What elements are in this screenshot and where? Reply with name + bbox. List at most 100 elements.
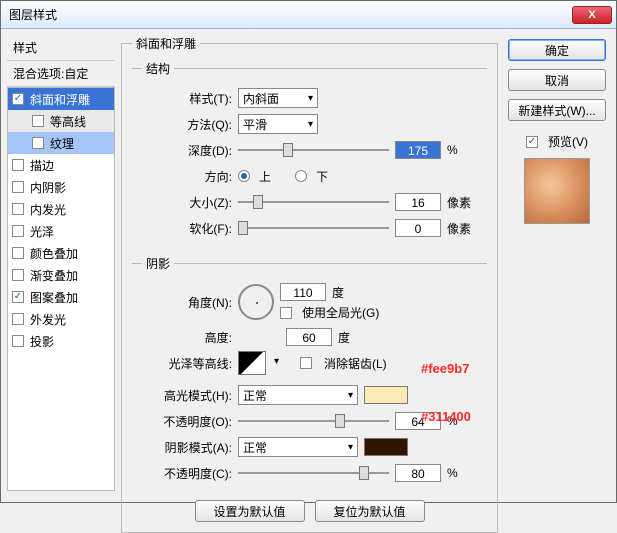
soften-unit: 像素 bbox=[447, 220, 477, 237]
direction-down-radio[interactable] bbox=[295, 170, 307, 182]
new-style-button[interactable]: 新建样式(W)... bbox=[508, 99, 606, 121]
antialias-checkbox[interactable] bbox=[300, 357, 312, 369]
style-label-dropShadow: 投影 bbox=[30, 333, 54, 350]
style-label-contour: 等高线 bbox=[50, 113, 86, 130]
style-list: 斜面和浮雕等高线纹理描边内阴影内发光光泽颜色叠加渐变叠加图案叠加外发光投影 bbox=[7, 87, 115, 491]
reset-default-button[interactable]: 复位为默认值 bbox=[315, 500, 425, 522]
style-checkbox-innerGlow[interactable] bbox=[12, 203, 24, 215]
style-label: 样式(T): bbox=[142, 90, 232, 107]
style-label-texture: 纹理 bbox=[50, 135, 74, 152]
style-item-contour[interactable]: 等高线 bbox=[8, 110, 114, 132]
global-light-checkbox[interactable] bbox=[280, 307, 292, 319]
size-input[interactable]: 16 bbox=[395, 193, 441, 211]
altitude-input[interactable]: 60 bbox=[286, 328, 332, 346]
highlight-opacity-slider[interactable] bbox=[238, 412, 389, 430]
style-checkbox-outerGlow[interactable] bbox=[12, 313, 24, 325]
style-label-gloss: 光泽 bbox=[30, 223, 54, 240]
style-item-texture[interactable]: 纹理 bbox=[8, 132, 114, 154]
angle-unit: 度 bbox=[332, 284, 344, 301]
style-item-outerGlow[interactable]: 外发光 bbox=[8, 308, 114, 330]
style-checkbox-bevel[interactable] bbox=[12, 93, 24, 105]
style-checkbox-colorOverlay[interactable] bbox=[12, 247, 24, 259]
styles-heading: 样式 bbox=[7, 35, 115, 60]
gloss-contour-picker[interactable] bbox=[238, 351, 266, 375]
style-checkbox-stroke[interactable] bbox=[12, 159, 24, 171]
shadow-opacity-input[interactable]: 80 bbox=[395, 464, 441, 482]
style-select[interactable]: 内斜面 bbox=[238, 88, 318, 108]
style-item-colorOverlay[interactable]: 颜色叠加 bbox=[8, 242, 114, 264]
style-label-outerGlow: 外发光 bbox=[30, 311, 66, 328]
style-checkbox-dropShadow[interactable] bbox=[12, 335, 24, 347]
shadow-color-swatch[interactable] bbox=[364, 438, 408, 456]
style-label-innerShadow: 内阴影 bbox=[30, 179, 66, 196]
style-label-pattOverlay: 图案叠加 bbox=[30, 289, 78, 306]
shadow-opacity-label: 不透明度(C): bbox=[142, 465, 232, 482]
highlight-mode-select[interactable]: 正常 bbox=[238, 385, 358, 405]
blend-options-row[interactable]: 混合选项:自定 bbox=[7, 60, 115, 87]
annotation-shadow-hex: #311400 bbox=[421, 409, 471, 424]
style-checkbox-gradOverlay[interactable] bbox=[12, 269, 24, 281]
bevel-group: 斜面和浮雕 结构 样式(T): 内斜面 方法(Q): 平滑 深度(D): 175 bbox=[121, 35, 498, 533]
size-slider[interactable] bbox=[238, 193, 389, 211]
soften-slider[interactable] bbox=[238, 219, 389, 237]
antialias-label: 消除锯齿(L) bbox=[324, 355, 387, 372]
depth-slider[interactable] bbox=[238, 141, 389, 159]
make-default-button[interactable]: 设置为默认值 bbox=[195, 500, 305, 522]
direction-up-radio[interactable] bbox=[238, 170, 250, 182]
size-label: 大小(Z): bbox=[142, 194, 232, 211]
style-label-colorOverlay: 颜色叠加 bbox=[30, 245, 78, 262]
shadow-opacity-slider[interactable] bbox=[238, 464, 389, 482]
angle-dial[interactable] bbox=[238, 284, 274, 320]
window-title: 图层样式 bbox=[5, 6, 572, 23]
depth-unit: % bbox=[447, 143, 477, 157]
style-item-innerGlow[interactable]: 内发光 bbox=[8, 198, 114, 220]
depth-input[interactable]: 175 bbox=[395, 141, 441, 159]
direction-up-label: 上 bbox=[259, 168, 271, 185]
close-button[interactable]: X bbox=[572, 6, 612, 24]
style-item-pattOverlay[interactable]: 图案叠加 bbox=[8, 286, 114, 308]
style-item-stroke[interactable]: 描边 bbox=[8, 154, 114, 176]
highlight-color-swatch[interactable] bbox=[364, 386, 408, 404]
style-checkbox-texture[interactable] bbox=[32, 137, 44, 149]
highlight-opacity-label: 不透明度(O): bbox=[142, 413, 232, 430]
style-item-dropShadow[interactable]: 投影 bbox=[8, 330, 114, 352]
style-item-gradOverlay[interactable]: 渐变叠加 bbox=[8, 264, 114, 286]
bevel-group-title: 斜面和浮雕 bbox=[132, 35, 200, 52]
angle-input[interactable]: 110 bbox=[280, 283, 326, 301]
style-label-bevel: 斜面和浮雕 bbox=[30, 91, 90, 108]
style-checkbox-contour[interactable] bbox=[32, 115, 44, 127]
soften-label: 软化(F): bbox=[142, 220, 232, 237]
altitude-label: 高度: bbox=[142, 329, 232, 346]
shadow-mode-select[interactable]: 正常 bbox=[238, 437, 358, 457]
global-light-label: 使用全局光(G) bbox=[302, 304, 379, 321]
style-checkbox-gloss[interactable] bbox=[12, 225, 24, 237]
preview-checkbox[interactable] bbox=[526, 136, 538, 148]
highlight-mode-label: 高光模式(H): bbox=[142, 387, 232, 404]
shadow-opacity-unit: % bbox=[447, 466, 477, 480]
altitude-unit: 度 bbox=[338, 329, 350, 346]
size-unit: 像素 bbox=[447, 194, 477, 211]
shading-title: 阴影 bbox=[142, 255, 174, 272]
style-item-bevel[interactable]: 斜面和浮雕 bbox=[8, 88, 114, 110]
style-label-stroke: 描边 bbox=[30, 157, 54, 174]
direction-down-label: 下 bbox=[316, 168, 328, 185]
soften-input[interactable]: 0 bbox=[395, 219, 441, 237]
style-checkbox-innerShadow[interactable] bbox=[12, 181, 24, 193]
cancel-button[interactable]: 取消 bbox=[508, 69, 606, 91]
preview-thumbnail bbox=[524, 158, 590, 224]
technique-select[interactable]: 平滑 bbox=[238, 114, 318, 134]
titlebar: 图层样式 X bbox=[1, 1, 616, 29]
gloss-contour-label: 光泽等高线: bbox=[142, 355, 232, 372]
style-label-innerGlow: 内发光 bbox=[30, 201, 66, 218]
ok-button[interactable]: 确定 bbox=[508, 39, 606, 61]
shadow-mode-label: 阴影模式(A): bbox=[142, 439, 232, 456]
style-item-gloss[interactable]: 光泽 bbox=[8, 220, 114, 242]
structure-group: 结构 样式(T): 内斜面 方法(Q): 平滑 深度(D): 175 % bbox=[132, 60, 487, 249]
direction-label: 方向: bbox=[142, 168, 232, 185]
style-checkbox-pattOverlay[interactable] bbox=[12, 291, 24, 303]
preview-label: 预览(V) bbox=[548, 133, 588, 150]
style-item-innerShadow[interactable]: 内阴影 bbox=[8, 176, 114, 198]
annotation-highlight-hex: #fee9b7 bbox=[421, 361, 469, 376]
depth-label: 深度(D): bbox=[142, 142, 232, 159]
angle-label: 角度(N): bbox=[142, 294, 232, 311]
